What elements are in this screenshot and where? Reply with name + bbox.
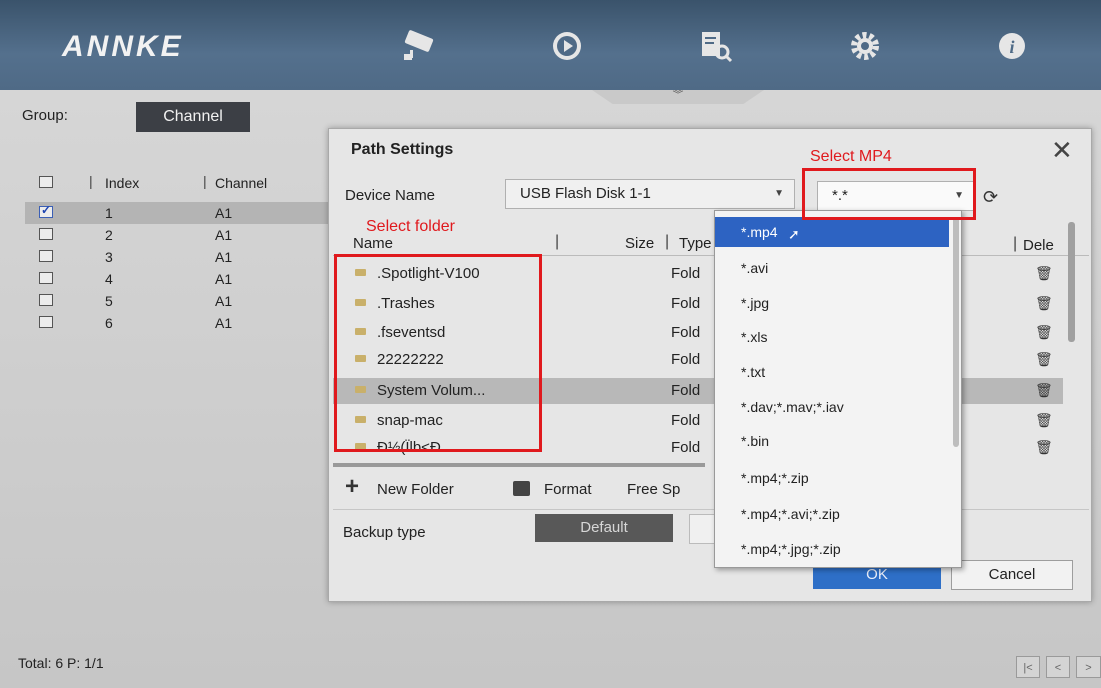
next-page-button[interactable]: > — [1076, 656, 1101, 678]
backup-type-label: Backup type — [343, 524, 426, 541]
device-select[interactable]: USB Flash Disk 1-1 ▼ — [505, 179, 795, 209]
select-all-checkbox[interactable] — [39, 176, 53, 188]
gear-icon[interactable] — [843, 26, 887, 66]
camera-icon[interactable] — [398, 26, 442, 66]
annotation-box-mp4 — [802, 168, 976, 220]
table-row[interactable]: 6 A1 — [25, 312, 345, 334]
disk-icon[interactable] — [513, 481, 530, 496]
search-icon[interactable] — [694, 26, 738, 66]
horizontal-scrollbar[interactable] — [333, 463, 705, 467]
column-delete: Dele — [1023, 237, 1054, 254]
device-select-value: USB Flash Disk 1-1 — [520, 185, 651, 202]
file-type: Fold — [671, 265, 701, 282]
group-label: Group: — [22, 107, 68, 124]
dropdown-option[interactable]: *.avi — [715, 253, 949, 283]
row-index: 5 — [105, 293, 113, 309]
row-checkbox[interactable] — [39, 250, 53, 262]
dialog-title: Path Settings — [351, 141, 454, 158]
column-channel: Channel — [215, 175, 268, 191]
table-row[interactable]: 1 A1 — [25, 202, 345, 224]
row-checkbox[interactable] — [39, 294, 53, 306]
first-page-button[interactable]: |< — [1016, 656, 1040, 678]
table-row[interactable]: 2 A1 — [25, 224, 345, 246]
playback-icon[interactable] — [545, 26, 589, 66]
info-icon[interactable]: i — [990, 26, 1034, 66]
mouse-cursor-icon: ➚ — [788, 226, 800, 242]
close-icon[interactable]: ✕ — [1051, 137, 1073, 163]
dropdown-option[interactable]: *.mp4;*.jpg;*.zip — [715, 534, 949, 564]
new-folder-button[interactable]: New Folder — [377, 481, 454, 498]
format-button[interactable]: Format — [544, 481, 592, 498]
trash-icon[interactable]: 🗑 — [1035, 324, 1053, 341]
annotation-select-folder: Select folder — [366, 218, 455, 235]
trash-icon[interactable]: 🗑 — [1035, 439, 1053, 456]
total-count: Total: 6 P: 1/1 — [18, 655, 104, 671]
backup-default-button[interactable]: Default — [535, 514, 673, 542]
file-type: Fold — [671, 324, 701, 341]
dropdown-scrollbar[interactable] — [953, 217, 959, 447]
row-channel: A1 — [215, 205, 233, 221]
annotation-box-folder — [334, 254, 542, 452]
chevron-down-icon: ▼ — [774, 188, 784, 199]
annotation-select-mp4: Select MP4 — [810, 148, 892, 165]
row-checkbox[interactable] — [39, 272, 53, 284]
vertical-scrollbar[interactable] — [1068, 222, 1075, 342]
dropdown-option[interactable]: *.jpg — [715, 288, 949, 318]
file-type: Fold — [671, 295, 701, 312]
dropdown-option[interactable]: *.bin — [715, 426, 949, 456]
row-channel: A1 — [215, 293, 233, 309]
row-channel: A1 — [215, 271, 233, 287]
table-row[interactable]: 5 A1 — [25, 290, 345, 312]
row-checkbox[interactable] — [39, 228, 53, 240]
file-type: Fold — [671, 351, 701, 368]
trash-icon[interactable]: 🗑 — [1035, 382, 1053, 399]
brand-logo: ANNKE — [62, 30, 184, 63]
channel-table-header: | Index | Channel — [25, 172, 345, 194]
dropdown-option[interactable]: *.mp4 — [715, 217, 949, 247]
column-size: Size — [625, 235, 655, 252]
plus-icon[interactable]: + — [345, 473, 359, 501]
device-name-label: Device Name — [345, 187, 436, 204]
column-name: Name — [353, 235, 394, 252]
trash-icon[interactable]: 🗑 — [1035, 412, 1053, 429]
dropdown-option[interactable]: *.dav;*.mav;*.iav — [715, 392, 949, 422]
column-index: Index — [105, 175, 140, 191]
free-space-label: Free Sp — [627, 481, 681, 498]
table-row[interactable]: 3 A1 — [25, 246, 345, 268]
row-checkbox[interactable] — [39, 203, 53, 218]
prev-page-button[interactable]: < — [1046, 656, 1070, 678]
column-type: Type — [679, 235, 712, 252]
row-checkbox[interactable] — [39, 316, 53, 328]
file-type-dropdown-list: *.mp4 *.avi *.jpg *.xls *.txt *.dav;*.ma… — [714, 210, 962, 568]
row-channel: A1 — [215, 315, 233, 331]
group-selector[interactable]: Channel — [136, 102, 250, 132]
row-channel: A1 — [215, 249, 233, 265]
trash-icon[interactable]: 🗑 — [1035, 265, 1053, 282]
dropdown-option[interactable]: *.mp4;*.avi;*.zip — [715, 499, 949, 529]
row-channel: A1 — [215, 227, 233, 243]
trash-icon[interactable]: 🗑 — [1035, 351, 1053, 368]
dropdown-option[interactable]: *.txt — [715, 357, 949, 387]
svg-text:i: i — [1009, 37, 1014, 57]
refresh-icon[interactable]: ⟳ — [983, 187, 998, 208]
cancel-button[interactable]: Cancel — [951, 560, 1073, 590]
chevron-down-icon[interactable]: ︾ — [592, 90, 764, 104]
divider — [333, 509, 1089, 510]
row-index: 1 — [105, 205, 113, 221]
trash-icon[interactable]: 🗑 — [1035, 295, 1053, 312]
file-type: Fold — [671, 382, 701, 399]
row-index: 4 — [105, 271, 113, 287]
dropdown-option[interactable]: *.mp4;*.zip — [715, 463, 949, 493]
file-type: Fold — [671, 412, 701, 429]
dropdown-option[interactable]: *.xls — [715, 322, 949, 352]
row-index: 2 — [105, 227, 113, 243]
row-index: 6 — [105, 315, 113, 331]
file-type: Fold — [671, 439, 701, 456]
table-row[interactable]: 4 A1 — [25, 268, 345, 290]
row-index: 3 — [105, 249, 113, 265]
